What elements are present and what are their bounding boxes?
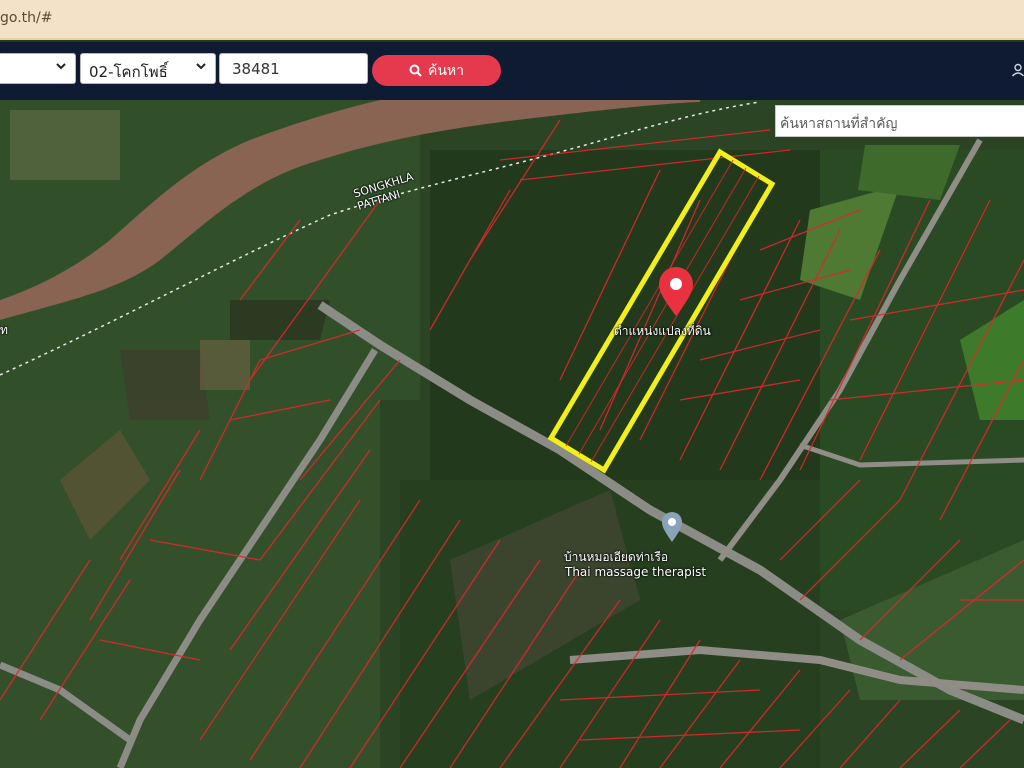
chevron-down-icon [196,63,206,70]
district-select-value: 02-โคกโพธิ์ [89,63,168,81]
chevron-down-icon [56,63,66,70]
map-canvas[interactable] [0,100,1024,768]
parcel-number-input[interactable]: 38481 [219,53,368,84]
search-button-label: ค้นหา [427,62,465,79]
district-select[interactable]: 02-โคกโพธิ์ [80,53,216,84]
satellite-map[interactable]: SONGKHLA PATTANI ตำแหน่งแปลงที่ดิน บ้านห… [0,100,1024,768]
parcel-number-value: 38481 [232,60,280,78]
url-text: go.th/# [0,10,53,26]
edge-label: ท [0,323,8,337]
search-icon [409,64,422,77]
parcel-pin-label: ตำแหน่งแปลงที่ดิน [614,324,711,338]
place-search-input[interactable]: ค้นหาสถานที่สำคัญ [775,105,1024,137]
province-select[interactable] [0,53,76,84]
place-search-placeholder: ค้นหาสถานที่สำคัญ [780,116,898,132]
browser-address-bar[interactable]: go.th/# [0,0,1024,40]
user-icon[interactable] [1011,63,1024,77]
poi-name-en: Thai massage therapist [565,565,707,579]
search-toolbar: 02-โคกโพธิ์ 38481 ค้นหา [0,42,1024,100]
search-button[interactable]: ค้นหา [372,55,501,86]
